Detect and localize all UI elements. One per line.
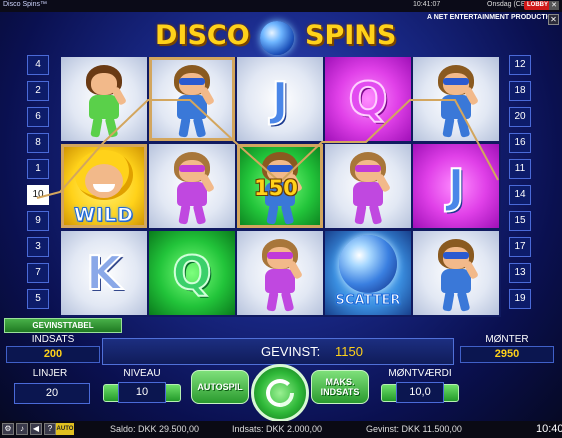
balance-text: Saldo: DKK 29.500,00 [110,424,200,434]
auto-badge[interactable]: AUTO [56,423,74,435]
payline-number-left-5[interactable]: 1 [27,159,49,179]
payline-number-right-7[interactable]: 15 [509,211,531,231]
payline-number-right-5[interactable]: 11 [509,159,531,179]
settings-icon[interactable]: ⚙ [2,423,14,435]
payline-number-right-4[interactable]: 16 [509,133,531,153]
app-title: Disco Spins™ [3,1,47,8]
status-bar: ⚙ ♪ ◀ ? AUTO Saldo: DKK 29.500,00 Indsat… [0,421,562,438]
sound-icon[interactable]: ♪ [16,423,28,435]
reel-5-row-1 [413,57,499,141]
payline-number-left-2[interactable]: 2 [27,81,49,101]
volume-icon[interactable]: ◀ [30,423,42,435]
woman-green-dancer-icon [79,65,129,138]
payline-number-right-3[interactable]: 20 [509,107,531,127]
payline-number-right-10[interactable]: 19 [509,289,531,309]
disco-ball-scatter-icon [339,235,397,293]
symbol-j: J [270,71,289,127]
win-display: GEVINST: 1150 [102,338,454,365]
woman-purple-dancer-icon [167,152,217,225]
clock: 10:41:07 [413,1,441,8]
spin-arrow-head-icon [260,373,300,413]
reel-1-row-2: WILD [61,144,147,228]
coins-value: 2950 [460,346,554,363]
payline-number-left-7[interactable]: 9 [27,211,49,231]
reel-3-row-3 [237,231,323,315]
lobby-button[interactable]: LOBBY [524,1,551,10]
wild-symbol-icon [75,150,133,204]
coin-value: 10,0 [396,382,444,403]
man-dancer-icon [431,239,481,312]
game-logo: DISCO SPINS [155,14,405,56]
payline-number-right-9[interactable]: 13 [509,263,531,283]
level-label: NIVEAU [123,368,161,379]
help-icon[interactable]: ? [44,423,56,435]
payline-number-left-9[interactable]: 7 [27,263,49,283]
win-label: GEVINST: [261,344,321,359]
payline-number-left-10[interactable]: 5 [27,289,49,309]
lines-value: 20 [14,383,90,404]
reel-2-row-1 [149,57,235,141]
symbol-q: Q [347,71,388,127]
reel-2-row-3: Q [149,231,235,315]
logo-word-spins: SPINS [305,20,397,51]
woman-purple-dancer-icon [343,152,393,225]
man-dancer-icon [431,65,481,138]
window-titlebar: Disco Spins™ 10:41:07 Onsdag (CET) LOBBY… [0,0,562,12]
scatter-label: SCATTER [335,293,401,309]
disco-ball-icon [260,21,294,55]
coin-value-label: MØNTVÆRDI [388,368,452,379]
payline-number-left-1[interactable]: 4 [27,55,49,75]
woman-purple-dancer-icon [255,239,305,312]
max-bet-button[interactable]: MAKS. INDSATS [311,370,369,404]
logo-word-disco: DISCO [155,20,250,51]
line-win-amount: 150 [254,176,298,200]
window-close-icon[interactable]: ✕ [549,1,559,10]
bet-total-text: Indsats: DKK 2.000,00 [232,424,323,434]
reel-4-row-2 [325,144,411,228]
payline-number-left-8[interactable]: 3 [27,237,49,257]
bet-value: 200 [6,346,100,363]
autoplay-button[interactable]: AUTOSPIL [191,370,249,404]
win-value: 1150 [335,344,363,359]
reel-1-row-1 [61,57,147,141]
symbol-j: J [446,158,465,214]
symbol-q: Q [171,245,212,301]
reel-2-row-2 [149,144,235,228]
payline-number-left-4[interactable]: 8 [27,133,49,153]
wild-label: WILD [74,204,134,227]
paytable-button[interactable]: GEVINSTTABEL [4,318,122,333]
reel-1-row-3: K [61,231,147,315]
reel-4-row-1: Q [325,57,411,141]
payline-number-right-6[interactable]: 14 [509,185,531,205]
payline-number-right-1[interactable]: 12 [509,55,531,75]
spin-button[interactable] [251,364,309,422]
close-game-button[interactable]: ✕ [548,14,559,25]
coins-label: MØNTER [485,334,529,345]
reel-5-row-3 [413,231,499,315]
level-value: 10 [118,382,166,403]
bet-label: INDSATS [31,334,75,345]
lines-label: LINJER [32,368,68,379]
game-screen: Disco Spins™ 10:41:07 Onsdag (CET) LOBBY… [0,0,562,438]
payline-number-left-6[interactable]: 10 [27,185,49,205]
man-dancer-icon [167,65,217,138]
reel-5-row-2: J [413,144,499,228]
payline-number-right-2[interactable]: 18 [509,81,531,101]
reel-4-row-3: SCATTER [325,231,411,315]
payline-number-right-8[interactable]: 17 [509,237,531,257]
payline-number-left-3[interactable]: 6 [27,107,49,127]
status-time: 10:40 [536,423,562,435]
producer-label: A NET ENTERTAINMENT PRODUCTION [427,14,559,21]
win-total-text: Gevinst: DKK 11.500,00 [366,424,462,434]
symbol-k: K [85,245,123,301]
reel-3-row-1: J [237,57,323,141]
